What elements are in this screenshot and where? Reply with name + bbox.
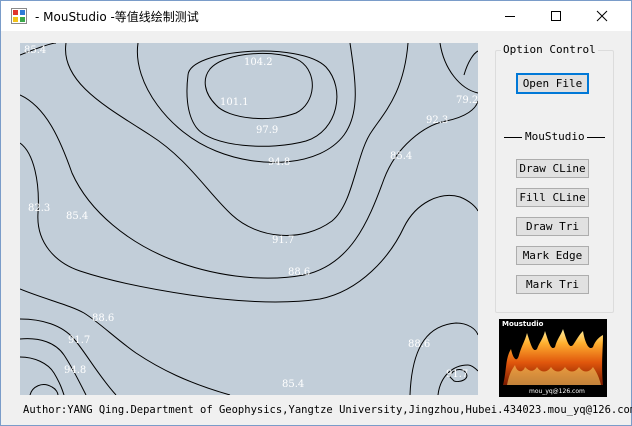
logo-email: mou_yq@126.com bbox=[529, 388, 585, 395]
contour-label: 88.6 bbox=[92, 313, 115, 324]
contour-line bbox=[20, 356, 65, 395]
contour-label: 85.4 bbox=[282, 379, 305, 390]
contour-line bbox=[20, 288, 231, 395]
contour-label: 97.9 bbox=[256, 125, 279, 136]
window-title: - MouStudio -等值线绘制测试 bbox=[35, 10, 199, 24]
close-button[interactable] bbox=[579, 1, 625, 31]
contour-label: 82.3 bbox=[28, 203, 51, 214]
contour-label: 88.6 bbox=[288, 267, 311, 278]
fill-cline-button[interactable]: Fill CLine bbox=[516, 188, 589, 207]
app-icon bbox=[11, 8, 27, 24]
contour-label: 79.2 bbox=[456, 95, 478, 106]
contour-label: 101.1 bbox=[220, 97, 249, 108]
contour-label: 85.4 bbox=[24, 45, 47, 56]
separator-left bbox=[504, 137, 522, 138]
contour-label: 91.7 bbox=[446, 369, 469, 380]
contour-label: 94.8 bbox=[64, 365, 87, 376]
contour-line bbox=[439, 43, 478, 94]
contour-line bbox=[409, 322, 478, 395]
author-status-text: Author:YANG Qing.Department of Geophysic… bbox=[23, 404, 632, 416]
moustudio-logo: Moustudio mou_yq@126.com bbox=[499, 319, 607, 397]
maximize-icon bbox=[551, 11, 561, 21]
contour-line bbox=[65, 43, 409, 236]
draw-tri-button[interactable]: Draw Tri bbox=[516, 217, 589, 236]
draw-cline-button[interactable]: Draw CLine bbox=[516, 159, 589, 178]
minimize-button[interactable] bbox=[487, 1, 533, 31]
minimize-icon bbox=[505, 16, 515, 17]
flame-logo-image bbox=[503, 329, 603, 385]
contour-label: 91.7 bbox=[272, 235, 295, 246]
contour-label: 94.8 bbox=[268, 157, 291, 168]
contour-label: 85.4 bbox=[66, 211, 89, 222]
contour-label: 88.6 bbox=[408, 339, 431, 350]
title-bar[interactable]: - MouStudio -等值线绘制测试 bbox=[1, 1, 631, 31]
moustudio-section-title: MouStudio bbox=[525, 130, 585, 143]
contour-plot-canvas[interactable]: 85.4 104.2 101.1 97.9 94.8 92.3 85.4 79.… bbox=[20, 43, 478, 395]
mark-tri-button[interactable]: Mark Tri bbox=[516, 275, 589, 294]
contour-line bbox=[29, 384, 59, 395]
contour-line bbox=[20, 142, 478, 303]
open-file-button[interactable]: Open File bbox=[516, 73, 589, 94]
contour-label: 104.2 bbox=[244, 57, 273, 68]
contour-label: 85.4 bbox=[390, 151, 413, 162]
close-icon bbox=[596, 10, 608, 22]
contour-line bbox=[463, 50, 478, 76]
contour-line bbox=[20, 94, 478, 279]
app-window: - MouStudio -等值线绘制测试 85.4 104.2 101.1 97… bbox=[0, 0, 632, 426]
mark-edge-button[interactable]: Mark Edge bbox=[516, 246, 589, 265]
option-control-title: Option Control bbox=[501, 43, 598, 56]
contour-line bbox=[20, 318, 117, 395]
separator-right bbox=[587, 137, 605, 138]
contour-label: 91.7 bbox=[68, 335, 91, 346]
contour-label: 92.3 bbox=[426, 115, 449, 126]
logo-title: Moustudio bbox=[502, 320, 544, 328]
maximize-button[interactable] bbox=[533, 1, 579, 31]
